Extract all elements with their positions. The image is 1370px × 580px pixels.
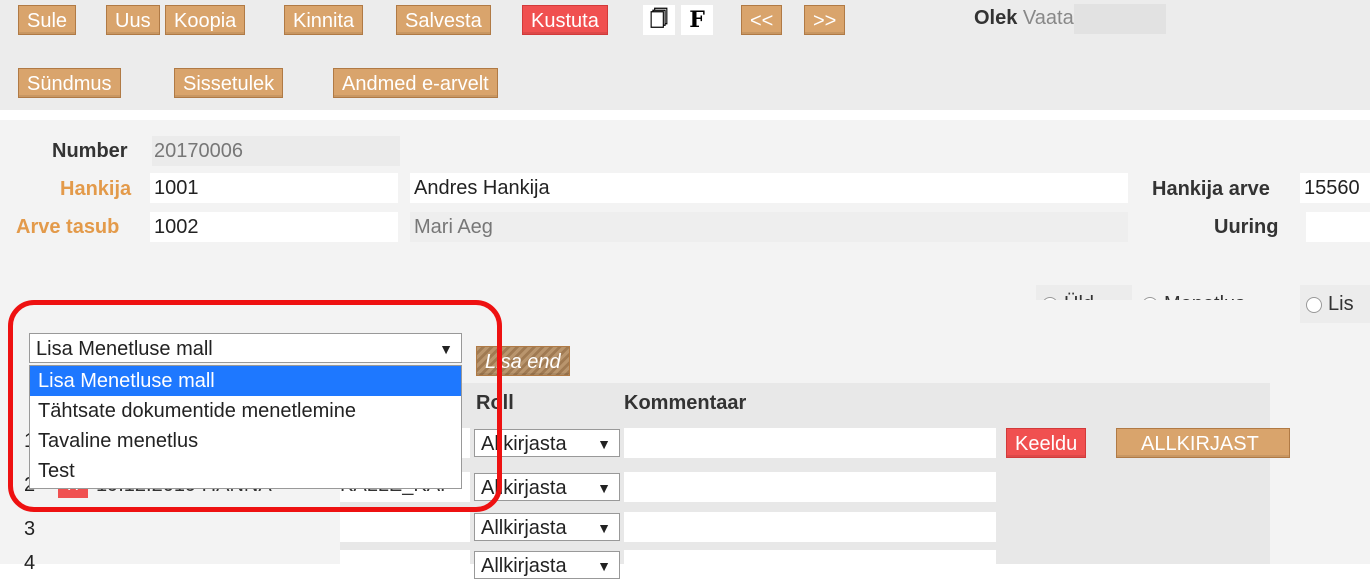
f-button[interactable]: F bbox=[681, 5, 713, 35]
chevron-down-icon: ▼ bbox=[597, 558, 611, 574]
role-select[interactable]: Allkirjasta ▼ bbox=[474, 551, 620, 579]
e-invoice-data-button[interactable]: Andmed e-arvelt bbox=[333, 68, 498, 98]
new-button[interactable]: Uus bbox=[106, 5, 160, 35]
inquiry-field[interactable] bbox=[1306, 212, 1370, 242]
save-button[interactable]: Salvesta bbox=[396, 5, 491, 35]
comment-field[interactable] bbox=[624, 550, 996, 580]
chevron-down-icon: ▼ bbox=[597, 436, 611, 452]
row-number: 3 bbox=[24, 518, 36, 540]
number-value: 20170006 bbox=[152, 136, 400, 166]
event-button[interactable]: Sündmus bbox=[18, 68, 121, 98]
row-name-field[interactable] bbox=[340, 550, 470, 580]
receipt-button[interactable]: Sissetulek bbox=[174, 68, 284, 98]
tab-more[interactable]: Lis bbox=[1300, 285, 1370, 323]
payer-code-field[interactable]: 1002 bbox=[150, 212, 398, 242]
previous-button[interactable]: << bbox=[741, 5, 783, 35]
comment-column-header: Kommentaar bbox=[624, 392, 747, 414]
number-label: Number bbox=[52, 140, 128, 162]
inquiry-label: Uuring bbox=[1214, 216, 1279, 238]
supplier-invoice-field[interactable]: 15560 bbox=[1300, 173, 1370, 203]
confirm-button[interactable]: Kinnita bbox=[284, 5, 364, 35]
reject-button[interactable]: Keeldu bbox=[1006, 428, 1087, 458]
copy-button[interactable]: Koopia bbox=[165, 5, 246, 35]
close-button[interactable]: Sule bbox=[18, 5, 77, 35]
payer-name-field: Mari Aeg bbox=[410, 212, 1128, 242]
sign-button[interactable]: ALLKIRJAST bbox=[1116, 428, 1290, 458]
attachment-glyph: 🗍 bbox=[650, 9, 668, 30]
comment-field[interactable] bbox=[624, 428, 996, 458]
role-select[interactable]: Allkirjasta ▼ bbox=[474, 513, 620, 541]
state-value: Vaata bbox=[1022, 7, 1074, 29]
highlight-annotation bbox=[8, 300, 502, 512]
chevron-down-icon: ▼ bbox=[597, 520, 611, 536]
attachment-icon[interactable]: 🗍 bbox=[643, 5, 675, 35]
state-field bbox=[1074, 4, 1166, 34]
supplier-label: Hankija bbox=[60, 178, 132, 200]
supplier-invoice-label: Hankija arve bbox=[1152, 178, 1270, 200]
state-label: Olek Vaata bbox=[974, 7, 1074, 29]
payer-label: Arve tasub bbox=[16, 216, 120, 238]
comment-field[interactable] bbox=[624, 512, 996, 542]
chevron-down-icon: ▼ bbox=[597, 480, 611, 496]
radio-more-icon bbox=[1306, 296, 1322, 313]
next-button[interactable]: >> bbox=[804, 5, 846, 35]
supplier-code-field[interactable]: 1001 bbox=[150, 173, 398, 203]
delete-button[interactable]: Kustuta bbox=[522, 5, 608, 35]
row-name-field[interactable] bbox=[340, 512, 470, 542]
comment-field[interactable] bbox=[624, 472, 996, 502]
supplier-name-field[interactable]: Andres Hankija bbox=[410, 173, 1128, 203]
